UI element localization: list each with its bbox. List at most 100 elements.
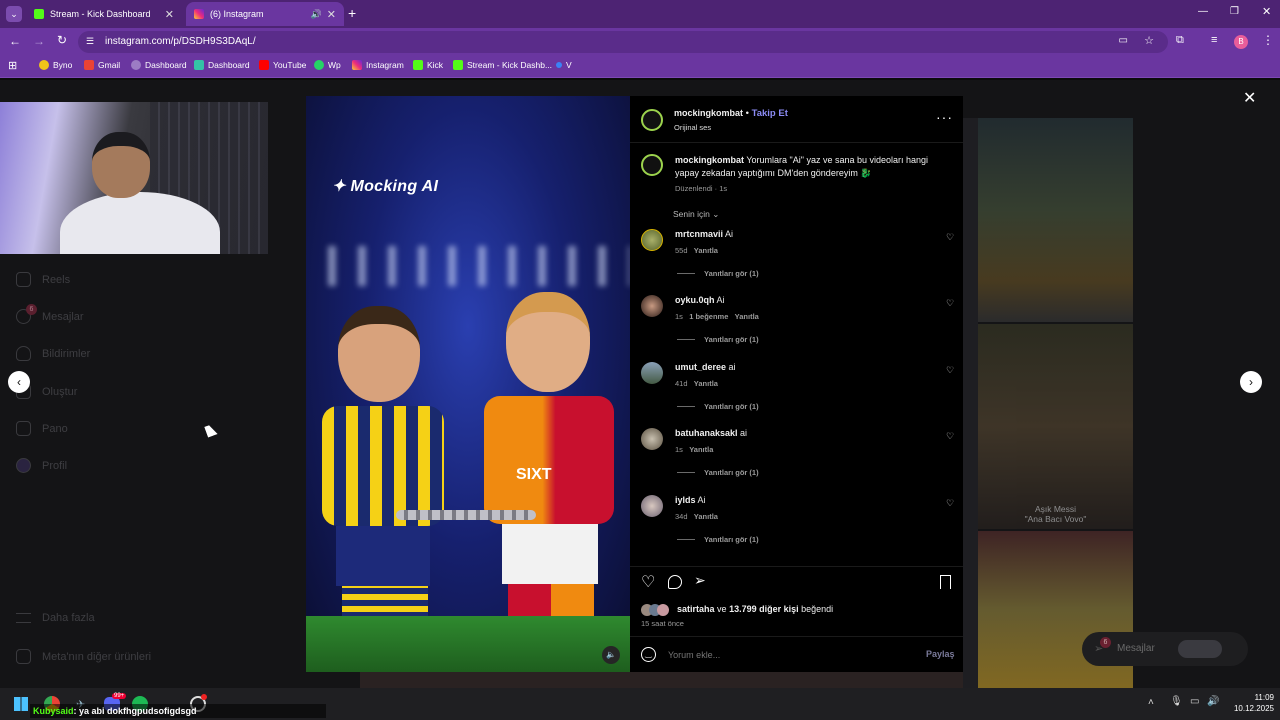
sidebar-item-more[interactable]: Daha fazla [16,612,95,624]
reply-button[interactable]: Yanıtla [694,512,718,521]
forward-icon[interactable]: → [33,34,45,48]
comment-avatar[interactable] [641,495,663,517]
comment-likes[interactable]: 1 beğenme [689,312,728,321]
dashboard-icon [16,421,31,436]
restore-button[interactable]: ❐ [1230,6,1239,17]
bookmark-stream-kick[interactable]: Stream - Kick Dashb... [453,60,552,70]
new-tab-button[interactable]: + [348,5,356,21]
post-comment-button[interactable]: Paylaş [926,649,955,659]
follow-button[interactable]: Takip Et [752,108,788,119]
author-name[interactable]: mockingkombat [674,108,743,118]
like-comment-icon[interactable]: ♡ [946,365,955,375]
likers-avatars[interactable] [641,604,675,616]
like-icon[interactable]: ♡ [641,572,655,592]
speaker-icon[interactable]: 🔊 [311,9,322,20]
reload-icon[interactable]: ↻ [57,33,67,47]
view-replies-button[interactable]: Yanıtları gör (1) [704,402,759,411]
bookmark-kick[interactable]: Kick [413,60,443,70]
reply-button[interactable]: Yanıtla [735,312,759,321]
network-icon[interactable]: ▭ [1190,696,1199,707]
bookmark-v[interactable]: V [556,60,572,70]
post-video[interactable]: ✦ Mocking AI SIXT 🔈 [306,96,630,672]
audio-label[interactable]: Orijinal ses [674,123,711,132]
instagram-page: Reels Mesajlar 6 Bildirimler Oluştur Pan… [0,80,1280,688]
bookmark-whatsapp[interactable]: Wp [314,60,341,70]
clock[interactable]: 11:09 10.12.2025 [1228,692,1274,714]
caption-avatar[interactable] [641,154,663,176]
liker-name[interactable]: satirtaha [677,604,715,614]
sidebar-item-dashboard[interactable]: Pano [16,421,68,436]
sidebar-item-reels[interactable]: Reels [16,272,70,287]
comment-input[interactable] [668,647,918,663]
cast-icon[interactable]: ▭ [1119,35,1128,46]
reading-list-icon[interactable]: ≡ [1211,34,1217,46]
bookmark-icon[interactable] [940,575,951,589]
bookmark-instagram[interactable]: Instagram [352,60,404,70]
view-replies-button[interactable]: Yanıtları gör (1) [704,335,759,344]
extensions-icon[interactable]: ⧉ [1176,34,1184,47]
comment-user[interactable]: umut_deree [675,362,726,372]
reply-button[interactable]: Yanıtla [694,246,718,255]
sidebar-item-notifications[interactable]: Bildirimler [16,346,90,361]
close-modal-icon[interactable]: ✕ [1243,88,1256,108]
comment-user[interactable]: iylds [675,495,696,505]
reply-button[interactable]: Yanıtla [694,379,718,388]
tray-chevron-icon[interactable]: ˄ [1148,697,1154,708]
close-tab-icon[interactable]: ✕ [327,8,336,21]
comment-user[interactable]: batuhanaksakl [675,428,738,438]
like-comment-icon[interactable]: ♡ [946,298,955,308]
comment-avatar[interactable] [641,362,663,384]
author-avatar[interactable] [641,109,663,131]
sidebar-item-messages[interactable]: Mesajlar 6 [16,304,84,324]
comment-avatar[interactable] [641,229,663,251]
tab-title: (6) Instagram [210,9,264,19]
bookmark-dashboard[interactable]: Dashboard [131,60,187,70]
bookmark-dashboard-2[interactable]: Dashboard [194,60,250,70]
comment-user[interactable]: mrtcnmavii [675,229,723,239]
likes-count[interactable]: 13.799 diğer kişi [729,604,799,614]
profile-avatar[interactable]: B [1234,35,1248,49]
close-tab-icon[interactable]: ✕ [165,8,174,21]
side-post-1[interactable] [978,118,1133,322]
close-window-button[interactable]: ✕ [1262,5,1271,18]
view-replies-button[interactable]: Yanıtları gör (1) [704,468,759,477]
bookmark-byno[interactable]: Byno [39,60,72,70]
bookmark-youtube[interactable]: YouTube [259,60,306,70]
mute-button[interactable]: 🔈 [602,646,620,664]
microphone-icon[interactable]: 🎙 [1170,696,1183,707]
emoji-icon[interactable]: ‿ [641,647,656,662]
comment-avatar[interactable] [641,295,663,317]
windows-start-icon[interactable] [14,697,28,711]
sidebar-item-meta[interactable]: Meta'nın diğer ürünleri [16,649,151,664]
menu-icon[interactable]: ⋮ [1262,33,1274,47]
back-icon[interactable]: ← [9,34,21,48]
prev-post-button[interactable]: ‹ [8,371,30,393]
like-comment-icon[interactable]: ♡ [946,498,955,508]
comment-user[interactable]: oyku.0qh [675,295,715,305]
share-icon[interactable]: ➢ [694,572,706,589]
volume-icon[interactable]: 🔊 [1207,696,1219,707]
star-icon[interactable]: ☆ [1144,34,1154,47]
bookmark-gmail[interactable]: Gmail [84,60,120,70]
next-post-button[interactable]: › [1240,371,1262,393]
like-comment-icon[interactable]: ♡ [946,431,955,441]
tab-instagram[interactable]: (6) Instagram 🔊 ✕ [186,2,344,26]
reply-button[interactable]: Yanıtla [689,445,713,454]
caption-author[interactable]: mockingkombat [675,155,744,165]
tab-kick-dashboard[interactable]: Stream - Kick Dashboard ✕ [26,2,182,26]
sort-dropdown[interactable]: Senin için ⌄ [673,209,719,220]
minimize-button[interactable]: — [1198,6,1208,17]
view-replies-button[interactable]: Yanıtları gör (1) [704,269,759,278]
view-replies-button[interactable]: Yanıtları gör (1) [704,535,759,544]
more-options-icon[interactable]: ··· [936,109,953,125]
site-info-icon[interactable]: ☰ [86,36,94,47]
like-comment-icon[interactable]: ♡ [946,232,955,242]
comment-avatar[interactable] [641,428,663,450]
address-bar[interactable]: ☰ instagram.com/p/DSDH9S3DAqL/ ▭ ☆ [78,31,1168,53]
comment-icon[interactable] [668,575,682,589]
tab-search-button[interactable]: ⌄ [6,6,22,22]
messages-float-button[interactable]: ➢ 6 Mesajlar [1082,632,1248,666]
side-post-2[interactable]: Aşık Messi "Ana Bacı Vovo" [978,324,1133,529]
sidebar-item-profile[interactable]: Profil [16,458,67,473]
apps-icon[interactable]: ⊞ [8,59,17,72]
